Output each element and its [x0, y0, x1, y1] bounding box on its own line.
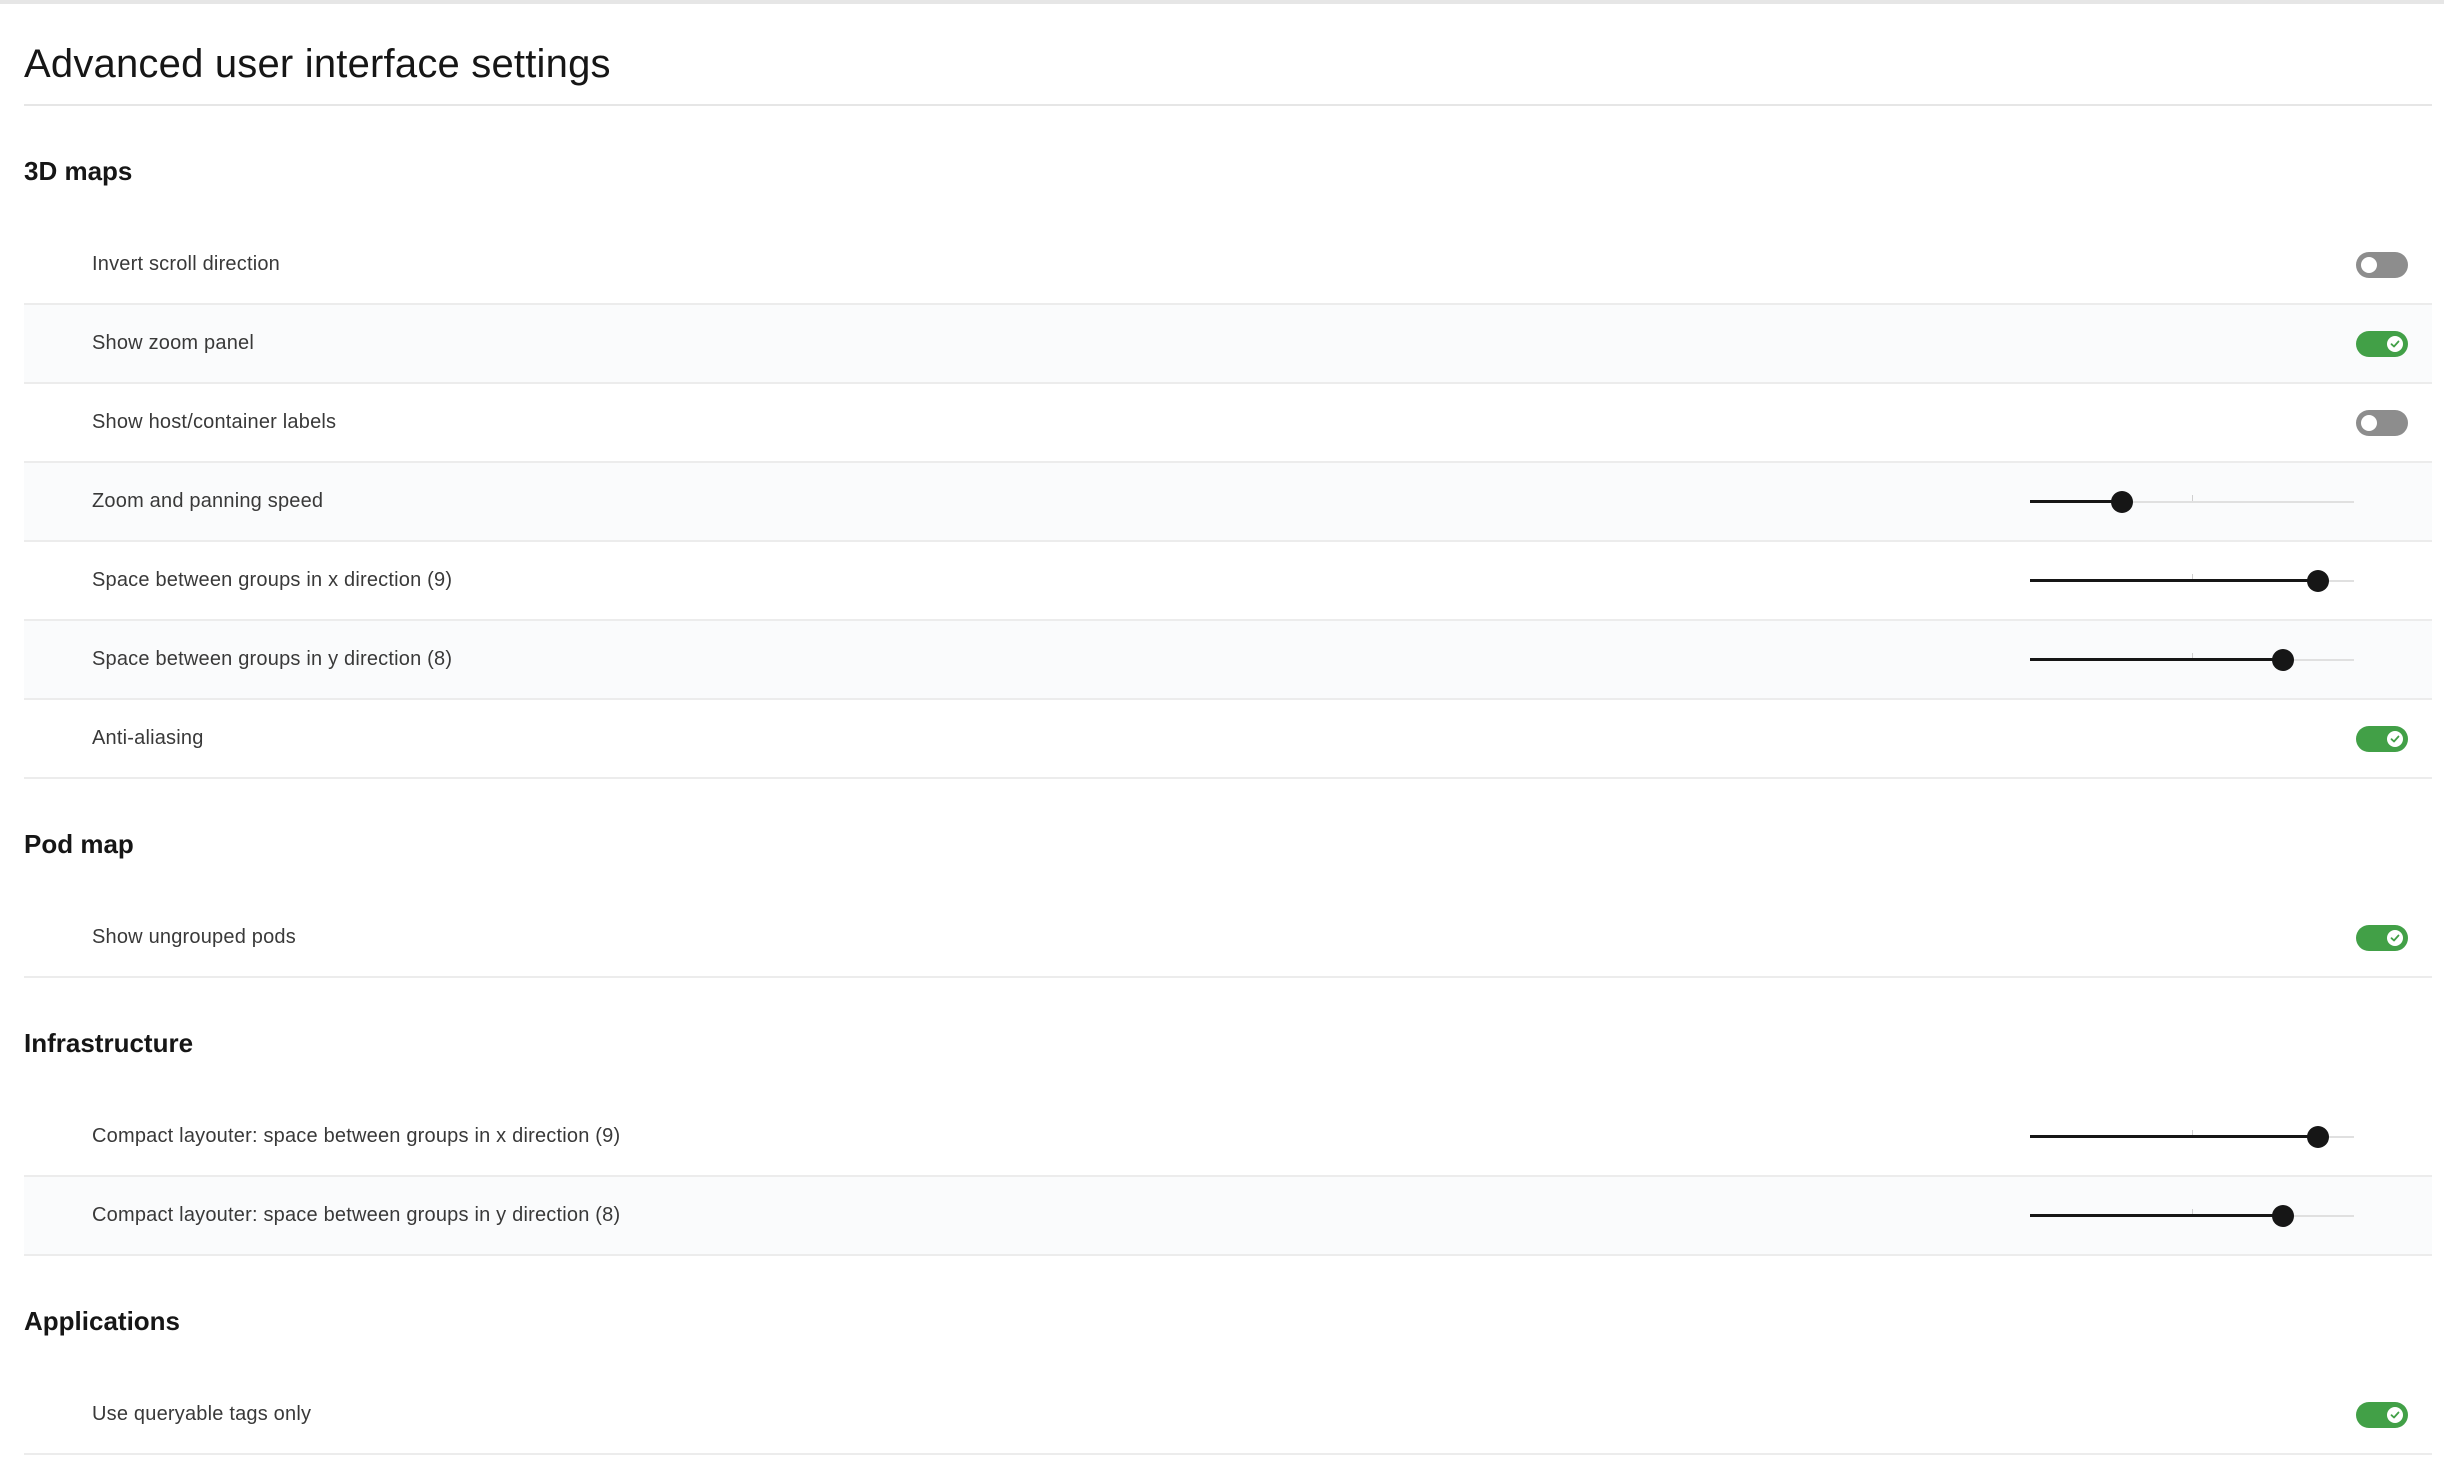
setting-row-compact-y: Compact layouter: space between groups i…: [24, 1177, 2432, 1256]
toggle-knob: [2387, 929, 2403, 946]
setting-label: Space between groups in y direction (8): [92, 648, 453, 670]
slider-thumb[interactable]: [2111, 491, 2134, 513]
toggle-knob: [2361, 414, 2377, 431]
setting-row-ungrouped-pods: Show ungrouped pods: [24, 899, 2432, 978]
compact-y-slider[interactable]: [2030, 1177, 2354, 1254]
setting-row-host-labels: Show host/container labels: [24, 384, 2432, 463]
slider-thumb[interactable]: [2271, 1205, 2294, 1227]
setting-label: Use queryable tags only: [92, 1403, 312, 1425]
slider-thumb[interactable]: [2307, 1126, 2330, 1148]
anti-aliasing-toggle[interactable]: [2356, 725, 2408, 752]
slider-fill: [2030, 1214, 2283, 1217]
checkmark-icon: [2390, 934, 2400, 941]
setting-row-invert-scroll: Invert scroll direction: [24, 226, 2432, 305]
checkmark-icon: [2390, 1411, 2400, 1418]
section-title-infrastructure: Infrastructure: [24, 1028, 194, 1058]
ungrouped-pods-toggle[interactable]: [2356, 924, 2408, 951]
checkmark-icon: [2390, 340, 2400, 347]
invert-scroll-toggle[interactable]: [2356, 251, 2408, 278]
toggle-knob: [2387, 730, 2403, 747]
slider-thumb[interactable]: [2307, 570, 2330, 592]
setting-row-zoom-speed: Zoom and panning speed: [24, 463, 2432, 542]
toggle-knob: [2387, 1406, 2403, 1423]
setting-label: Anti-aliasing: [92, 727, 204, 749]
setting-row-zoom-panel: Show zoom panel: [24, 305, 2432, 384]
setting-row-space-y: Space between groups in y direction (8): [24, 621, 2432, 700]
setting-label: Zoom and panning speed: [92, 490, 324, 512]
setting-label: Show ungrouped pods: [92, 926, 296, 948]
slider-thumb[interactable]: [2271, 649, 2294, 671]
setting-label: Show host/container labels: [92, 411, 337, 433]
zoom-panel-toggle[interactable]: [2356, 330, 2408, 357]
setting-row-compact-x: Compact layouter: space between groups i…: [24, 1098, 2432, 1177]
slider-fill: [2030, 500, 2123, 503]
space-y-slider[interactable]: [2030, 621, 2354, 698]
slider-fill: [2030, 658, 2283, 661]
toggle-knob: [2361, 256, 2377, 273]
section-title-pod-map: Pod map: [24, 829, 134, 859]
checkmark-icon: [2390, 735, 2400, 742]
host-labels-toggle[interactable]: [2356, 409, 2408, 436]
queryable-tags-toggle[interactable]: [2356, 1401, 2408, 1428]
settings-page: Advanced user interface settings 3D maps…: [24, 4, 2432, 1455]
setting-label: Space between groups in x direction (9): [92, 569, 453, 591]
toggle-knob: [2387, 335, 2403, 352]
setting-row-anti-aliasing: Anti-aliasing: [24, 700, 2432, 779]
slider-fill: [2030, 1135, 2319, 1138]
setting-label: Compact layouter: space between groups i…: [92, 1125, 621, 1147]
setting-row-queryable-tags: Use queryable tags only: [24, 1376, 2432, 1455]
section-title-applications: Applications: [24, 1306, 181, 1336]
setting-row-space-x: Space between groups in x direction (9): [24, 542, 2432, 621]
setting-label: Compact layouter: space between groups i…: [92, 1204, 621, 1226]
page-title: Advanced user interface settings: [24, 4, 2432, 106]
slider-midpoint-tick: [2192, 495, 2193, 501]
space-x-slider[interactable]: [2030, 542, 2354, 619]
setting-label: Invert scroll direction: [92, 253, 280, 275]
slider-fill: [2030, 579, 2319, 582]
compact-x-slider[interactable]: [2030, 1098, 2354, 1175]
section-title-3d-maps: 3D maps: [24, 156, 133, 186]
setting-label: Show zoom panel: [92, 332, 254, 354]
zoom-speed-slider[interactable]: [2030, 463, 2354, 540]
